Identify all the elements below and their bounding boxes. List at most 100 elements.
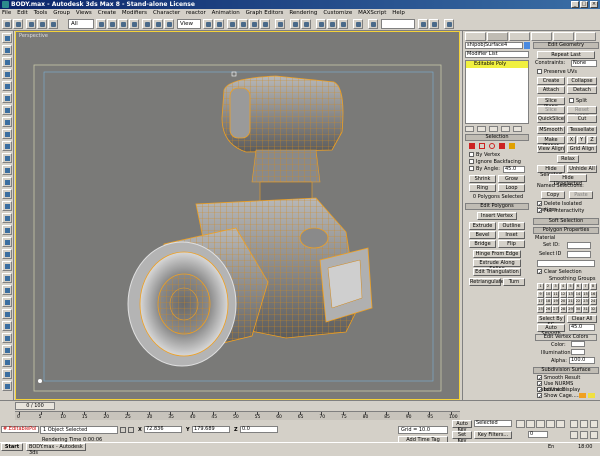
mirror-icon[interactable] bbox=[290, 19, 300, 29]
utilities-tab-icon[interactable] bbox=[575, 32, 596, 41]
smoothing-group-button[interactable]: 23 bbox=[582, 298, 589, 305]
smoothing-group-button[interactable]: 26 bbox=[544, 305, 552, 313]
display-tab-icon[interactable] bbox=[553, 32, 574, 41]
auto-smooth-spinner[interactable]: 45.0 bbox=[569, 324, 595, 331]
move-icon[interactable] bbox=[142, 19, 152, 29]
bridge-button[interactable]: Bridge bbox=[469, 240, 496, 248]
modify-tab-icon[interactable] bbox=[487, 32, 508, 41]
rollout-polygon-properties[interactable]: Polygon Properties bbox=[533, 227, 599, 234]
named-selection-icon[interactable] bbox=[275, 19, 285, 29]
vertex-mode-icon[interactable] bbox=[469, 143, 475, 149]
smoothing-group-button[interactable]: 29 bbox=[567, 305, 574, 313]
activeshade-icon[interactable] bbox=[444, 19, 454, 29]
previous-frame-icon[interactable] bbox=[526, 420, 535, 428]
set-key-button[interactable]: Set Key bbox=[452, 431, 472, 444]
layer-manager-icon[interactable] bbox=[316, 19, 326, 29]
smoothing-group-button[interactable]: 3 bbox=[552, 283, 559, 290]
tool-icon-26[interactable] bbox=[2, 333, 12, 343]
rollout-selection[interactable]: Selection bbox=[465, 134, 529, 141]
turn-button[interactable]: Turn bbox=[503, 278, 525, 286]
angle-snap-icon[interactable] bbox=[238, 19, 248, 29]
planar-y-button[interactable]: Y bbox=[577, 136, 586, 144]
menu-reactor[interactable]: reactor bbox=[184, 9, 208, 17]
select-id-label[interactable]: Select ID bbox=[539, 251, 561, 257]
polygon-mode-icon[interactable] bbox=[499, 143, 505, 149]
redo-icon[interactable] bbox=[13, 19, 23, 29]
tool-icon-19[interactable] bbox=[2, 249, 12, 259]
schematic-view-icon[interactable] bbox=[338, 19, 348, 29]
msmooth-button[interactable]: MSmooth bbox=[537, 126, 565, 134]
collapse-button[interactable]: Collapse bbox=[567, 77, 597, 85]
inset-button[interactable]: Inset bbox=[498, 231, 525, 239]
zoom-all-icon[interactable] bbox=[580, 420, 588, 428]
border-mode-icon[interactable] bbox=[489, 143, 495, 149]
slice-plane-button[interactable]: Slice Plane bbox=[537, 97, 565, 110]
link-icon[interactable] bbox=[26, 19, 36, 29]
unlink-icon[interactable] bbox=[37, 19, 47, 29]
slice-button[interactable]: Slice bbox=[537, 106, 565, 114]
loop-button[interactable]: Loop bbox=[498, 184, 525, 192]
smoothing-group-button[interactable]: 1 bbox=[537, 283, 544, 290]
pan-icon[interactable] bbox=[580, 431, 588, 439]
menu-graph-editors[interactable]: Graph Editors bbox=[244, 9, 286, 17]
undo-icon[interactable] bbox=[2, 19, 12, 29]
time-slider-handle[interactable]: 0 / 100 bbox=[15, 402, 55, 410]
bind-space-warp-icon[interactable] bbox=[48, 19, 58, 29]
bevel-button[interactable]: Bevel bbox=[469, 231, 496, 239]
tool-icon-18[interactable] bbox=[2, 237, 12, 247]
perspective-viewport[interactable]: Perspective bbox=[15, 31, 460, 400]
menu-maxscript[interactable]: MAXScript bbox=[356, 9, 388, 17]
smoothing-group-button[interactable]: 28 bbox=[559, 305, 567, 313]
smoothing-group-button[interactable]: 31 bbox=[582, 305, 589, 313]
grow-button[interactable]: Grow bbox=[498, 175, 525, 183]
manipulate-icon[interactable] bbox=[214, 19, 224, 29]
by-angle-checkbox[interactable]: By Angle: bbox=[469, 166, 500, 172]
tool-icon-12[interactable] bbox=[2, 165, 12, 175]
menu-edit[interactable]: Edit bbox=[15, 9, 30, 17]
clear-all-button[interactable]: Clear All bbox=[567, 315, 597, 323]
detach-button[interactable]: Detach bbox=[567, 86, 597, 94]
play-icon[interactable] bbox=[536, 420, 545, 428]
tool-icon-17[interactable] bbox=[2, 225, 12, 235]
edge-mode-icon[interactable] bbox=[479, 143, 485, 149]
z-coordinate[interactable]: 0.0 bbox=[240, 426, 278, 433]
create-button[interactable]: Create bbox=[537, 77, 565, 85]
extrude-button[interactable]: Extrude bbox=[469, 222, 496, 230]
planar-x-button[interactable]: X bbox=[567, 136, 576, 144]
show-end-result-icon[interactable] bbox=[477, 126, 486, 132]
menu-help[interactable]: Help bbox=[390, 9, 407, 17]
create-tab-icon[interactable] bbox=[465, 32, 486, 41]
tool-icon-10[interactable] bbox=[2, 141, 12, 151]
tool-icon-27[interactable] bbox=[2, 345, 12, 355]
tool-icon-29[interactable] bbox=[2, 369, 12, 379]
rotate-icon[interactable] bbox=[153, 19, 163, 29]
select-by-name-icon[interactable] bbox=[107, 19, 117, 29]
maximize-button[interactable]: □ bbox=[580, 1, 588, 8]
ring-button[interactable]: Ring bbox=[469, 184, 496, 192]
smoothing-group-button[interactable]: 7 bbox=[582, 283, 589, 290]
tool-icon-24[interactable] bbox=[2, 309, 12, 319]
current-frame-field[interactable]: 0 bbox=[528, 431, 548, 438]
menu-views[interactable]: Views bbox=[74, 9, 94, 17]
tool-icon-16[interactable] bbox=[2, 213, 12, 223]
zoom-extents-icon[interactable] bbox=[590, 420, 598, 428]
motion-tab-icon[interactable] bbox=[531, 32, 552, 41]
close-button[interactable]: × bbox=[590, 1, 598, 8]
full-interactivity-checkbox[interactable]: ✓ Full Interactivity bbox=[537, 208, 584, 215]
shrink-button[interactable]: Shrink bbox=[469, 175, 496, 183]
render-last-icon[interactable] bbox=[429, 19, 439, 29]
tool-icon-9[interactable] bbox=[2, 129, 12, 139]
make-unique-icon[interactable] bbox=[489, 126, 498, 132]
tool-icon-30[interactable] bbox=[2, 381, 12, 391]
cut-button[interactable]: Cut bbox=[567, 115, 597, 123]
smoothing-group-button[interactable]: 27 bbox=[552, 305, 559, 313]
go-to-start-icon[interactable] bbox=[516, 420, 525, 428]
arc-rotate-icon[interactable] bbox=[590, 431, 598, 439]
object-color-swatch[interactable] bbox=[524, 42, 530, 49]
paste-button[interactable]: Paste bbox=[569, 191, 593, 199]
unhide-all-button[interactable]: Unhide All bbox=[567, 165, 597, 173]
render-type-dropdown[interactable] bbox=[381, 19, 415, 29]
align-icon[interactable] bbox=[301, 19, 311, 29]
smoothing-group-button[interactable]: 22 bbox=[574, 298, 582, 305]
tool-icon-14[interactable] bbox=[2, 189, 12, 199]
